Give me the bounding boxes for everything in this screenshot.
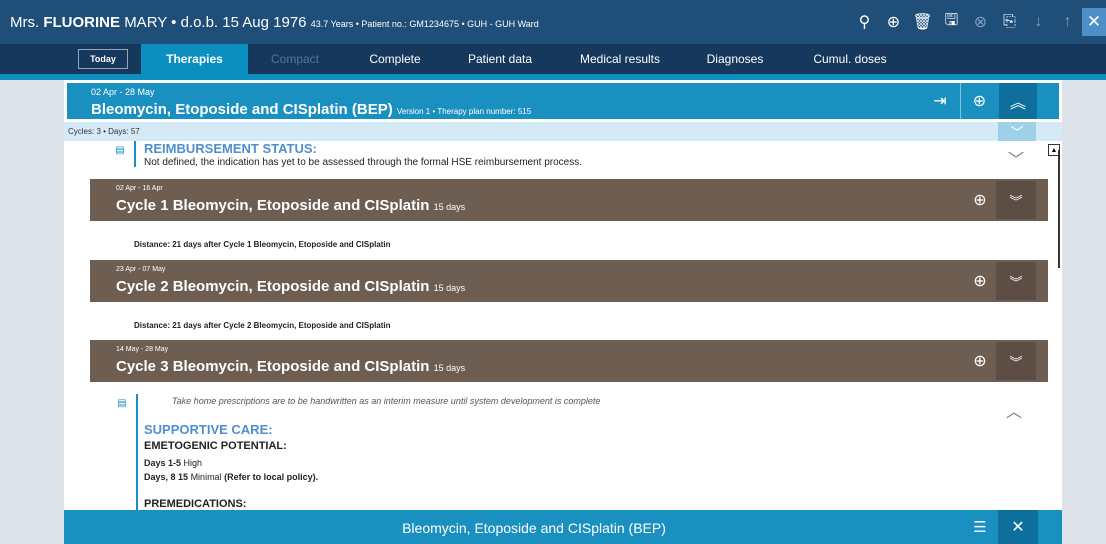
scrollbar[interactable] [1048,150,1060,268]
tab-medical-results[interactable]: Medical results [565,44,675,74]
take-home-note: Take home prescriptions are to be handwr… [172,396,601,406]
patient-given-name: MARY [124,14,167,31]
cancel-icon[interactable]: ⊗ [966,8,995,36]
tab-diagnoses[interactable]: Diagnoses [690,44,780,74]
plan-dates: 02 Apr - 28 May [91,87,155,97]
add-icon[interactable]: ⊕ [879,8,908,36]
arrow-up-icon[interactable]: ↑ [1053,8,1082,36]
cycle-2-header[interactable]: 23 Apr - 07 May Cycle 2 Bleomycin, Etopo… [90,260,1048,302]
cycle-title-text: Cycle 3 Bleomycin, Etoposide and CISplat… [116,358,430,375]
export-plan-icon[interactable]: ⇥ [921,83,959,119]
delete-icon[interactable]: 🗑 [908,8,937,36]
add-icon[interactable]: ⊕ [964,342,996,380]
tab-cumul-doses[interactable]: Cumul. doses [800,44,900,74]
plan-subtitle: Version 1 • Therapy plan number: 515 [396,107,532,116]
cycle-dates: 02 Apr - 16 Apr [116,185,163,192]
expand-down-icon[interactable]: ︾ [996,342,1036,380]
arrow-down-icon[interactable]: ↓ [1024,8,1053,36]
tab-therapies[interactable]: Therapies [141,44,248,74]
cycles-summary: Cycles: 3 • Days: 57 [68,127,140,136]
tab-patient-data[interactable]: Patient data [450,44,550,74]
list-icon[interactable]: ☰ [962,510,998,544]
add-icon[interactable]: ⊕ [964,262,996,300]
cycle-distance: Distance: 21 days after Cycle 2 Bleomyci… [134,321,391,330]
emetogenic-title: EMETOGENIC POTENTIAL: [144,440,287,452]
cycle-title-text: Cycle 2 Bleomycin, Etoposide and CISplat… [116,278,430,295]
cycle-dates: 23 Apr - 07 May [116,266,166,273]
close-icon[interactable]: ✕ [1082,8,1106,36]
tab-complete[interactable]: Complete [350,44,440,74]
cycle-title: Cycle 2 Bleomycin, Etoposide and CISplat… [116,278,465,295]
therapy-plan-header[interactable]: 02 Apr - 28 May Bleomycin, Etoposide and… [66,82,1060,120]
cycle-title: Cycle 1 Bleomycin, Etoposide and CISplat… [116,197,465,214]
cycle-dates: 14 May - 28 May [116,346,169,353]
supportive-care-title: SUPPORTIVE CARE: [144,422,273,437]
add-icon[interactable]: ⊕ [960,83,998,119]
days-value: Minimal [190,472,222,482]
note-icon: ▤ [115,144,125,156]
therapy-panel: 02 Apr - 28 May Bleomycin, Etoposide and… [64,80,1062,510]
cycle-title-text: Cycle 1 Bleomycin, Etoposide and CISplat… [116,197,430,214]
patient-surname: FLUORINE [43,14,121,31]
patient-title: Mrs. [10,14,40,31]
cycle-1-header[interactable]: 02 Apr - 16 Apr Cycle 1 Bleomycin, Etopo… [90,179,1048,221]
add-icon[interactable]: ⊕ [964,181,996,219]
app-header: Mrs. FLUORINE MARY • d.o.b. 15 Aug 1976 … [0,0,1106,44]
premedications-title: PREMEDICATIONS: [144,498,247,510]
plan-title: Bleomycin, Etoposide and CISplatin (BEP)… [91,101,531,118]
footer-bar: Bleomycin, Etoposide and CISplatin (BEP)… [64,510,1062,544]
nav-bar: Today Therapies Compact Complete Patient… [0,44,1106,74]
tab-compact: Compact [270,52,320,66]
days-label: Days 1-5 [144,458,182,468]
cycle-distance: Distance: 21 days after Cycle 1 Bleomyci… [134,240,391,249]
cycle-days: 15 days [433,202,466,212]
plan-title-text: Bleomycin, Etoposide and CISplatin (BEP) [91,101,393,118]
emetogenic-days-1: Days 1-5 High [144,458,202,468]
patient-info: Mrs. FLUORINE MARY • d.o.b. 15 Aug 1976 … [10,14,539,31]
chevron-up-icon[interactable]: ︿ [1006,398,1022,422]
cycle-3-header[interactable]: 14 May - 28 May Cycle 3 Bleomycin, Etopo… [90,340,1048,382]
cycle-title: Cycle 3 Bleomycin, Etoposide and CISplat… [116,358,465,375]
expand-down-icon[interactable]: ︾ [996,262,1036,300]
save-icon[interactable]: 🖫 [937,8,966,36]
patient-details: 43.7 Years • Patient no.: GM1234675 • GU… [310,19,539,29]
reimbursement-text: Not defined, the indication has yet to b… [144,157,583,168]
emetogenic-days-2: Days, 8 15 Minimal (Refer to local polic… [144,472,318,482]
reimbursement-title: REIMBURSEMENT STATUS: [144,141,317,156]
cycles-summary-bar: Cycles: 3 • Days: 57 ﹀ [64,122,1062,141]
patient-dob: • d.o.b. 15 Aug 1976 [171,14,307,31]
today-button[interactable]: Today [78,49,128,69]
chevron-down-icon[interactable]: ﹀ [998,122,1036,141]
export-icon[interactable]: ⎘ [995,8,1024,36]
days-value: High [183,458,203,468]
footer-title: Bleomycin, Etoposide and CISplatin (BEP) [402,520,666,536]
expand-down-icon[interactable]: ︾ [996,181,1036,219]
days-label: Days, 8 15 [144,472,189,482]
search-icon[interactable]: ⚲ [850,8,879,36]
header-toolbar: ⚲ ⊕ 🗑 🖫 ⊗ ⎘ ↓ ↑ ✕ [850,8,1106,36]
note-icon: ▤ [117,397,127,409]
cycle-days: 15 days [433,363,466,373]
close-icon[interactable]: ✕ [998,510,1038,544]
cycle-days: 15 days [433,283,466,293]
days-extra: (Refer to local policy). [224,472,319,482]
chevron-down-icon[interactable]: ﹀ [1008,146,1024,170]
note-divider [134,141,136,167]
collapse-up-icon[interactable]: ︽ [999,83,1037,119]
note-divider [136,394,138,510]
